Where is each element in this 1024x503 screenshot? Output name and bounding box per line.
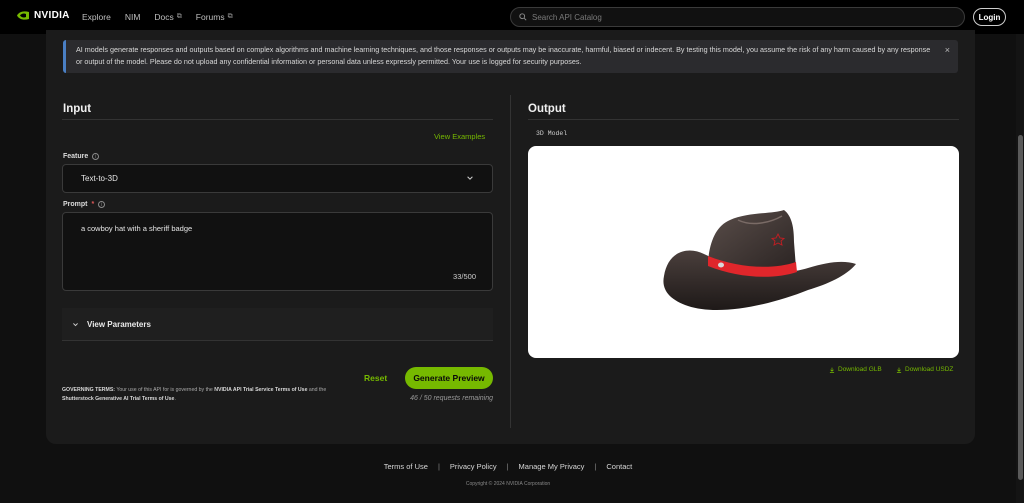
view-parameters-toggle[interactable]: View Parameters: [62, 308, 493, 341]
disclaimer-banner: AI models generate responses and outputs…: [63, 40, 958, 73]
output-section-title: Output: [528, 103, 566, 115]
chevron-down-icon: [467, 176, 473, 180]
close-icon[interactable]: ×: [945, 45, 950, 57]
output-divider: [528, 119, 959, 120]
feature-label-text: Feature: [63, 153, 89, 160]
prompt-textarea[interactable]: a cowboy hat with a sheriff badge 33/500: [62, 212, 493, 291]
chevron-down-icon: [73, 322, 78, 326]
shutterstock-terms-link[interactable]: Shutterstock Generative AI Trial Terms o…: [62, 396, 174, 402]
input-divider: [62, 119, 493, 120]
download-icon: [829, 367, 835, 373]
footer-link-terms[interactable]: Terms of Use: [384, 462, 428, 471]
download-icon: [896, 367, 902, 373]
footer-link-contact[interactable]: Contact: [606, 462, 632, 471]
download-usdz-link[interactable]: Download USDZ: [896, 366, 953, 373]
search-input[interactable]: [532, 12, 932, 22]
feature-label: Feature i: [63, 153, 100, 160]
terms-text: Your use of this API for is governed by …: [115, 387, 215, 393]
nav-link-label: NIM: [124, 12, 141, 22]
nav-links: Explore NIM Docs ⧉ Forums ⧉: [82, 12, 233, 22]
footer-separator: |: [594, 462, 597, 471]
info-icon[interactable]: i: [98, 201, 106, 208]
feature-select-value: Text-to-3D: [81, 174, 118, 183]
search-icon: [519, 13, 527, 21]
nav-link-forums[interactable]: Forums ⧉: [196, 12, 233, 22]
input-section-title: Input: [63, 103, 92, 115]
disclaimer-text: AI models generate responses and outputs…: [76, 45, 931, 66]
download-glb-label: Download GLB: [838, 366, 882, 373]
view-examples-link[interactable]: View Examples: [434, 132, 485, 141]
governing-terms: GOVERNING TERMS: Your use of this API fo…: [62, 386, 352, 403]
top-navigation: NVIDIA Explore NIM Docs⧉ Forums⧉ Login: [0, 0, 1024, 34]
footer-link-manage-privacy[interactable]: Manage My Privacy: [519, 462, 585, 471]
search-bar[interactable]: [510, 7, 965, 27]
nav-link-label: Explore: [82, 12, 111, 22]
download-usdz-label: Download USDZ: [905, 366, 954, 373]
prompt-label: Prompt * i: [63, 201, 106, 208]
prompt-label-text: Prompt: [63, 201, 88, 208]
nav-link-nim[interactable]: NIM: [125, 12, 141, 22]
nav-link-label: Docs: [154, 12, 174, 22]
required-marker: *: [91, 201, 95, 208]
terms-prefix: GOVERNING TERMS:: [62, 387, 116, 393]
login-button[interactable]: Login: [973, 8, 1006, 26]
scrollbar-thumb[interactable]: [1018, 135, 1023, 480]
footer-links: Terms of Use | Privacy Policy | Manage M…: [0, 462, 1016, 471]
requests-remaining: 46 / 50 requests remaining: [410, 395, 493, 402]
cowboy-hat-model: [663, 210, 856, 311]
footer-separator: |: [506, 462, 509, 471]
info-icon[interactable]: i: [92, 153, 100, 160]
nav-link-explore[interactable]: Explore: [82, 12, 111, 22]
footer-link-privacy[interactable]: Privacy Policy: [450, 462, 497, 471]
nvidia-logo[interactable]: NVIDIA: [16, 10, 70, 21]
nav-link-docs[interactable]: Docs ⧉: [154, 12, 181, 22]
prompt-text[interactable]: a cowboy hat with a sheriff badge: [81, 224, 192, 233]
nvidia-eye-icon: [17, 11, 29, 20]
model-label: 3D Model: [536, 130, 568, 137]
external-link-icon: ⧉: [176, 13, 182, 20]
character-count: 33/500: [453, 272, 476, 281]
terms-text: .: [174, 395, 176, 402]
copyright: Copyright © 2024 NVIDIA Corporation: [465, 481, 551, 487]
external-link-icon: ⧉: [227, 13, 233, 20]
feature-select[interactable]: Text-to-3D: [62, 164, 493, 193]
nvidia-terms-link[interactable]: NVIDIA API Trial Service Terms of Use: [214, 387, 307, 393]
reset-button[interactable]: Reset: [364, 373, 387, 383]
view-parameters-label: View Parameters: [87, 319, 151, 329]
column-divider: [510, 95, 511, 428]
footer-separator: |: [437, 462, 440, 471]
brand-name: NVIDIA: [34, 10, 70, 21]
generate-preview-button[interactable]: Generate Preview: [405, 367, 493, 389]
3d-model-viewer[interactable]: [528, 146, 959, 358]
download-glb-link[interactable]: Download GLB: [829, 366, 882, 373]
nav-link-label: Forums: [195, 12, 225, 22]
terms-text: and the: [307, 387, 327, 393]
